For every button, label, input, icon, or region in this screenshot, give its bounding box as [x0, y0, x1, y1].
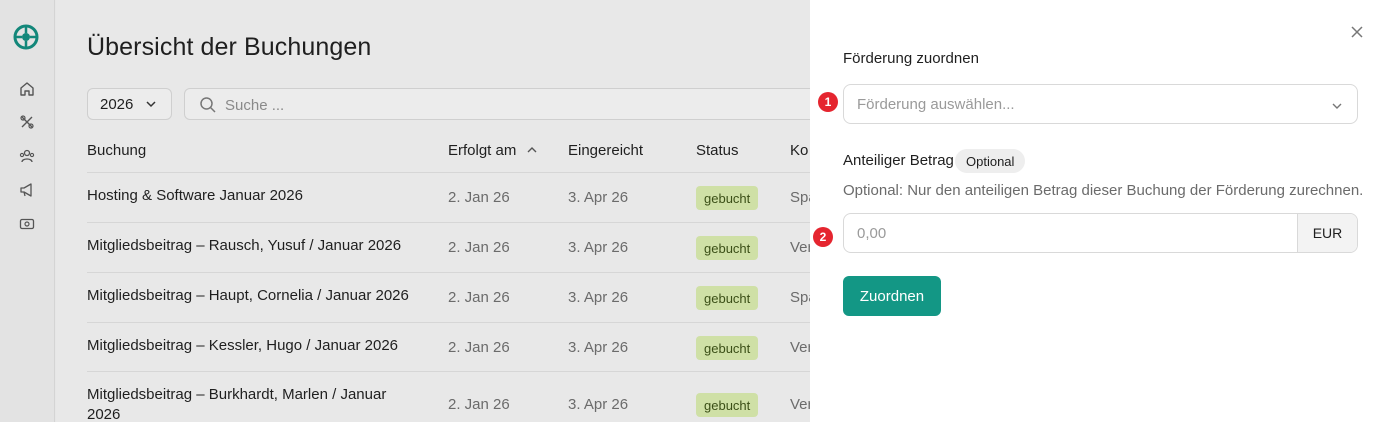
tools-icon[interactable] — [17, 112, 37, 132]
drawer-heading: Förderung zuordnen — [843, 50, 979, 67]
funding-select-placeholder: Förderung auswählen... — [857, 96, 1015, 113]
row-eingereicht: 3. Apr 26 — [568, 239, 629, 256]
column-header-buchung[interactable]: Buchung — [87, 142, 146, 159]
page-title: Übersicht der Buchungen — [87, 33, 372, 61]
logo-icon[interactable] — [13, 24, 39, 50]
status-badge: gebucht — [696, 186, 759, 210]
users-icon[interactable] — [17, 146, 37, 166]
row-eingereicht: 3. Apr 26 — [568, 339, 629, 356]
close-icon[interactable] — [1349, 24, 1365, 40]
amount-placeholder: 0,00 — [857, 225, 887, 242]
search-placeholder: Suche ... — [225, 97, 285, 114]
optional-badge: Optional — [955, 149, 1026, 173]
chevron-down-icon — [1332, 103, 1342, 109]
funding-select[interactable]: Förderung auswählen... — [843, 84, 1358, 124]
column-header-status[interactable]: Status — [696, 142, 739, 159]
column-header-konto[interactable]: Ko — [790, 142, 808, 159]
row-eingereicht: 3. Apr 26 — [568, 289, 629, 306]
assign-button[interactable]: Zuordnen — [843, 276, 941, 316]
sidebar — [0, 0, 55, 422]
status-badge: gebucht — [696, 236, 759, 260]
megaphone-icon[interactable] — [17, 180, 37, 200]
amount-input[interactable]: 0,00 EUR — [843, 213, 1358, 253]
amount-hint: Optional: Nur den anteiligen Betrag dies… — [843, 182, 1364, 199]
step-marker-2: 2 — [813, 227, 833, 247]
column-header-erfolgt-am-label: Erfolgt am — [448, 142, 517, 159]
status-badge: gebucht — [696, 336, 759, 360]
step-marker-1: 1 — [818, 92, 838, 112]
row-erfolgt-am: 2. Jan 26 — [448, 396, 510, 413]
row-title: Mitgliedsbeitrag – Haupt, Cornelia / Jan… — [87, 287, 409, 304]
home-icon[interactable] — [17, 79, 37, 99]
chevron-down-icon — [146, 101, 156, 108]
row-title: Mitgliedsbeitrag – Burkhardt, Marlen / J… — [87, 386, 387, 422]
money-icon[interactable] — [17, 214, 37, 234]
row-erfolgt-am: 2. Jan 26 — [448, 339, 510, 356]
row-erfolgt-am: 2. Jan 26 — [448, 189, 510, 206]
row-erfolgt-am: 2. Jan 26 — [448, 239, 510, 256]
status-badge: gebucht — [696, 286, 759, 310]
row-title: Mitgliedsbeitrag – Kessler, Hugo / Janua… — [87, 337, 399, 354]
assign-funding-drawer: Förderung zuordnen 1 Förderung auswählen… — [810, 0, 1389, 422]
amount-label: Anteiliger Betrag — [843, 152, 954, 169]
status-badge: gebucht — [696, 393, 759, 417]
year-select[interactable]: 2026 — [87, 88, 172, 120]
row-eingereicht: 3. Apr 26 — [568, 396, 629, 413]
column-header-eingereicht[interactable]: Eingereicht — [568, 142, 643, 159]
year-select-value: 2026 — [100, 95, 134, 113]
currency-addon: EUR — [1297, 214, 1357, 252]
row-title: Hosting & Software Januar 2026 — [87, 187, 303, 204]
row-erfolgt-am: 2. Jan 26 — [448, 289, 510, 306]
search-icon — [200, 97, 216, 113]
search-input[interactable]: Suche ... — [184, 88, 884, 120]
sort-ascending-icon — [527, 147, 537, 153]
column-header-erfolgt-am[interactable]: Erfolgt am — [448, 142, 537, 159]
row-eingereicht: 3. Apr 26 — [568, 189, 629, 206]
row-title: Mitgliedsbeitrag – Rausch, Yusuf / Janua… — [87, 237, 402, 254]
